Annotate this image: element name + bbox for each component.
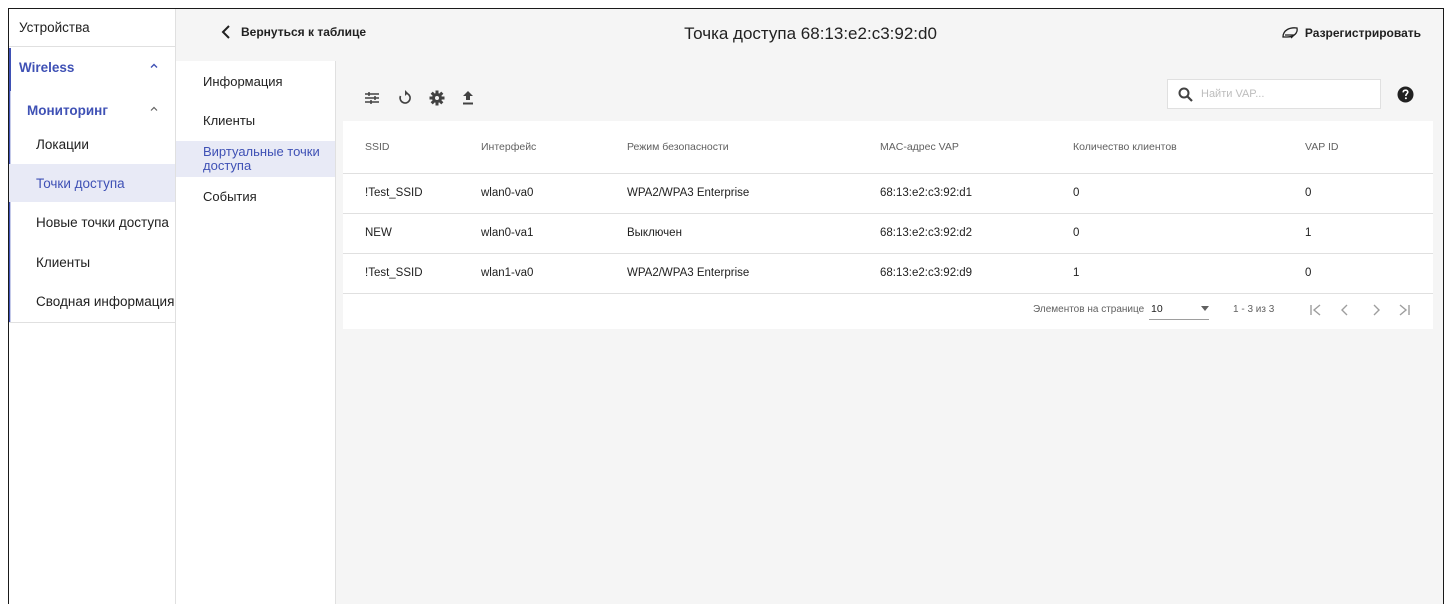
sidebar-item-new-access-points[interactable]: Новые точки доступа	[9, 203, 175, 241]
sidebar-item-label: Локации	[36, 136, 89, 152]
sidebar-item-label: Устройства	[19, 20, 90, 35]
subnav-item-label: События	[203, 189, 257, 204]
cell-client-count: 0	[1073, 213, 1305, 254]
sidebar-item-locations[interactable]: Локации	[9, 125, 175, 163]
unregister-button[interactable]: Разрегистрировать	[1281, 25, 1421, 41]
subnav-item-vap[interactable]: Виртуальные точки доступа	[176, 141, 335, 177]
unregister-icon	[1282, 27, 1298, 39]
subnav-item-events[interactable]: События	[176, 190, 335, 204]
cell-security-mode: WPA2/WPA3 Enterprise	[627, 253, 880, 294]
app-window: Устройства Wireless Мониторинг Локации Т…	[8, 8, 1444, 604]
back-button-label: Вернуться к таблице	[241, 25, 367, 39]
search-field[interactable]	[1167, 79, 1381, 109]
chevron-up-icon	[150, 63, 158, 68]
cell-client-count: 1	[1073, 253, 1305, 294]
sidebar-item-label: Точки доступа	[36, 175, 125, 191]
column-header-client-count[interactable]: Количество клиентов	[1073, 121, 1305, 174]
caret-down-icon	[1201, 306, 1209, 311]
main-content: SSID Интерфейс Режим безопасности MAC-ад…	[336, 61, 1443, 604]
search-input[interactable]	[1201, 88, 1361, 100]
column-header-interface[interactable]: Интерфейс	[481, 121, 627, 174]
cell-interface: wlan0-va0	[481, 173, 627, 214]
cell-interface: wlan0-va1	[481, 213, 627, 254]
page-header: Точка доступа 68:13:e2:c3:92:d0 Вернутьс…	[176, 9, 1443, 61]
unregister-button-label: Разрегистрировать	[1304, 26, 1421, 40]
items-per-page-label: Элементов на странице	[1033, 304, 1145, 315]
back-button[interactable]: Вернуться к таблице	[221, 25, 366, 39]
cell-ssid: !Test_SSID	[343, 173, 481, 214]
table-row[interactable]: !Test_SSID wlan1-va0 WPA2/WPA3 Enterpris…	[343, 253, 1433, 294]
column-header-vap-mac[interactable]: MAC-адрес VAP	[880, 121, 1073, 174]
sidebar-item-label: Клиенты	[36, 254, 91, 270]
sidebar-group-label: Мониторинг	[27, 102, 108, 118]
column-header-vap-id[interactable]: VAP ID	[1305, 121, 1433, 174]
cell-vap-mac: 68:13:e2:c3:92:d2	[880, 213, 1073, 254]
last-page-icon[interactable]	[1396, 302, 1412, 318]
cell-vap-id: 0	[1305, 173, 1433, 214]
subnav-item-label: Виртуальные точки доступа	[203, 144, 320, 173]
page-range-label: 1 - 3 из 3	[1233, 304, 1275, 315]
help-icon[interactable]	[1397, 86, 1414, 103]
cell-ssid: !Test_SSID	[343, 253, 481, 294]
subnav-item-label: Информация	[203, 74, 283, 89]
sidebar-group-monitoring[interactable]: Мониторинг	[9, 91, 175, 129]
cell-vap-mac: 68:13:e2:c3:92:d9	[880, 253, 1073, 294]
cell-client-count: 0	[1073, 173, 1305, 214]
sidebar-item-summary[interactable]: Сводная информация	[9, 282, 175, 320]
chevron-left-icon	[221, 25, 230, 39]
sidebar-item-clients[interactable]: Клиенты	[9, 243, 175, 281]
tune-icon[interactable]	[363, 89, 381, 107]
table-row[interactable]: !Test_SSID wlan0-va0 WPA2/WPA3 Enterpris…	[343, 173, 1433, 214]
page-title: Точка доступа 68:13:e2:c3:92:d0	[684, 24, 937, 43]
cell-security-mode: Выключен	[627, 213, 880, 254]
vap-table: SSID Интерфейс Режим безопасности MAC-ад…	[343, 121, 1433, 294]
subnav: Информация Клиенты Виртуальные точки дос…	[176, 61, 336, 604]
subnav-item-info[interactable]: Информация	[176, 75, 335, 89]
sidebar-group-label: Wireless	[19, 59, 75, 75]
column-header-security-mode[interactable]: Режим безопасности	[627, 121, 880, 174]
sidebar-group-wireless[interactable]: Wireless	[9, 48, 175, 86]
cell-interface: wlan1-va0	[481, 253, 627, 294]
sidebar-item-devices[interactable]: Устройства	[9, 9, 175, 47]
sidebar-item-label: Сводная информация	[36, 293, 175, 309]
page-size-value: 10	[1151, 303, 1163, 315]
column-header-ssid[interactable]: SSID	[343, 121, 481, 174]
upload-icon[interactable]	[459, 89, 477, 107]
divider	[9, 322, 175, 323]
sidebar-item-label: Новые точки доступа	[36, 214, 169, 230]
page-size-select[interactable]: 10	[1149, 300, 1209, 320]
settings-icon[interactable]	[428, 89, 446, 107]
sidebar-item-access-points[interactable]: Точки доступа	[9, 164, 175, 202]
cell-vap-id: 1	[1305, 213, 1433, 254]
next-page-icon[interactable]	[1368, 302, 1384, 318]
cell-ssid: NEW	[343, 213, 481, 254]
subnav-item-clients[interactable]: Клиенты	[176, 114, 335, 128]
chevron-up-icon	[150, 106, 158, 111]
refresh-icon[interactable]	[396, 89, 414, 107]
table-toolbar	[343, 69, 1433, 121]
first-page-icon[interactable]	[1308, 302, 1324, 318]
subnav-item-label: Клиенты	[203, 113, 256, 128]
prev-page-icon[interactable]	[1337, 302, 1353, 318]
cell-security-mode: WPA2/WPA3 Enterprise	[627, 173, 880, 214]
cell-vap-mac: 68:13:e2:c3:92:d1	[880, 173, 1073, 214]
search-icon	[1178, 87, 1193, 102]
paginator: Элементов на странице 10 1 - 3 из 3	[343, 291, 1433, 329]
cell-vap-id: 0	[1305, 253, 1433, 294]
table-row[interactable]: NEW wlan0-va1 Выключен 68:13:e2:c3:92:d2…	[343, 213, 1433, 254]
sidebar: Устройства Wireless Мониторинг Локации Т…	[9, 9, 176, 604]
vap-table-card: SSID Интерфейс Режим безопасности MAC-ад…	[343, 69, 1433, 329]
table-header-row: SSID Интерфейс Режим безопасности MAC-ад…	[343, 121, 1433, 174]
